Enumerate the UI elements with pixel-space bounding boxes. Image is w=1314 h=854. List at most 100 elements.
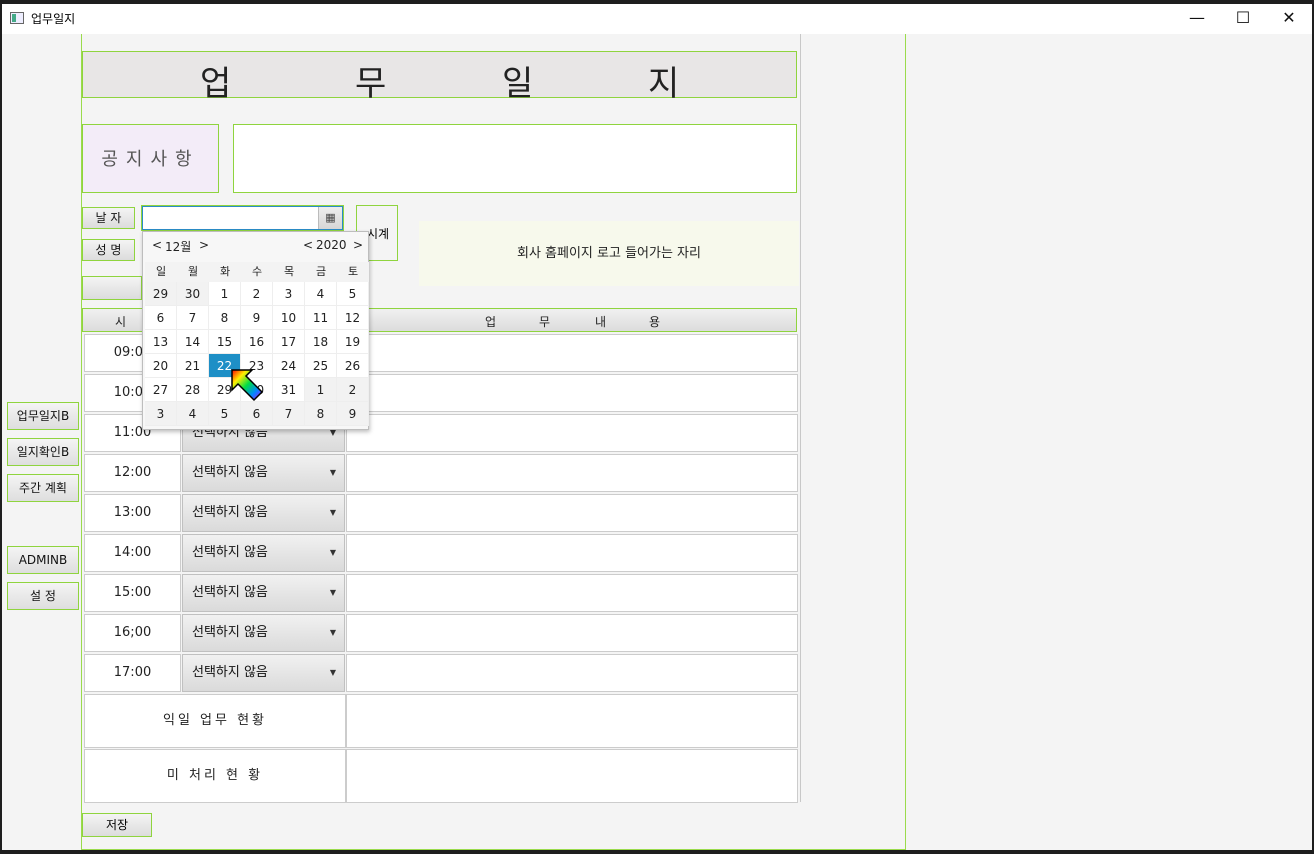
work-type-select[interactable]: 선택하지 않음 ▼ [182,574,345,612]
calendar-day[interactable]: 29 [145,282,177,306]
calendar-day[interactable]: 4 [305,282,337,306]
calendar-day[interactable]: 14 [177,330,209,354]
weekday-header: 토 [337,262,369,282]
work-type-select[interactable]: 선택하지 않음 ▼ [182,494,345,532]
calendar-day[interactable]: 16 [241,330,273,354]
cursor-icon [231,369,264,402]
calendar-day[interactable]: 2 [337,378,369,402]
sidebar-item-review[interactable]: 일지확인B [7,438,79,466]
calendar-day[interactable]: 27 [145,378,177,402]
chevron-down-icon: ▼ [329,508,336,517]
calendar-day[interactable]: 21 [177,354,209,378]
calendar-day[interactable]: 10 [273,306,305,330]
chevron-down-icon: ▼ [329,588,336,597]
time-cell: 16;00 [84,614,181,652]
next-year-button[interactable]: > [353,238,363,252]
extra-button[interactable] [82,276,142,300]
calendar-day[interactable]: 19 [337,330,369,354]
calendar-header: < 12월 > < 2020 > [143,232,368,258]
close-button[interactable]: ✕ [1266,4,1312,34]
app-icon [10,12,24,24]
chevron-down-icon: ▼ [329,468,336,477]
sidebar-item-settings[interactable]: 설 정 [7,582,79,610]
header-content-1: 업 [485,315,497,329]
work-type-select[interactable]: 선택하지 않음 ▼ [182,454,345,492]
work-type-select[interactable]: 선택하지 않음 ▼ [182,654,345,692]
maximize-button[interactable]: ☐ [1220,4,1266,34]
prev-month-button[interactable]: < [152,238,162,252]
header-time: 시 [115,315,127,329]
select-value: 선택하지 않음 [192,465,268,480]
work-content-field[interactable] [346,534,798,572]
sidebar-item-weekly[interactable]: 주간 계획 [7,474,79,502]
calendar-day[interactable]: 5 [209,402,241,426]
calendar-day[interactable]: 7 [273,402,305,426]
calendar-day[interactable]: 8 [305,402,337,426]
weekday-header: 월 [177,262,209,282]
next-month-button[interactable]: > [199,238,209,252]
calendar-day[interactable]: 15 [209,330,241,354]
time-cell: 17:00 [84,654,181,692]
tomorrow-textarea[interactable] [346,694,798,748]
weekday-header: 금 [305,262,337,282]
header-content-2: 무 [539,315,551,329]
calendar-day[interactable]: 6 [145,306,177,330]
minimize-button[interactable]: — [1174,4,1220,34]
window-title: 업무일지 [31,12,76,26]
calendar-day[interactable]: 4 [177,402,209,426]
calendar-day[interactable]: 28 [177,378,209,402]
calendar-day[interactable]: 24 [273,354,305,378]
calendar-day[interactable]: 5 [337,282,369,306]
time-cell: 13:00 [84,494,181,532]
work-content-field[interactable] [346,374,798,412]
calendar-day[interactable]: 31 [273,378,305,402]
calendar-day[interactable]: 11 [305,306,337,330]
sidebar-item-journal[interactable]: 업무일지B [7,402,79,430]
select-value: 선택하지 않음 [192,505,268,520]
work-type-select[interactable]: 선택하지 않음 ▼ [182,614,345,652]
pending-textarea[interactable] [346,749,798,803]
weekday-header: 일 [145,262,177,282]
work-content-field[interactable] [346,494,798,532]
save-button[interactable]: 저장 [82,813,152,837]
sidebar-item-admin[interactable]: ADMINB [7,546,79,574]
calendar-day[interactable]: 17 [273,330,305,354]
calendar-day[interactable]: 18 [305,330,337,354]
calendar-day[interactable]: 6 [241,402,273,426]
calendar-day[interactable]: 25 [305,354,337,378]
calendar-day[interactable]: 20 [145,354,177,378]
work-type-select[interactable]: 선택하지 않음 ▼ [182,534,345,572]
work-content-field[interactable] [346,454,798,492]
work-content-field[interactable] [346,414,798,452]
prev-year-button[interactable]: < [303,238,313,252]
name-label: 성 명 [82,239,135,261]
date-picker[interactable]: ▦ [142,206,343,230]
chevron-down-icon: ▼ [329,668,336,677]
calendar-day[interactable]: 1 [209,282,241,306]
calendar-icon[interactable]: ▦ [318,207,342,229]
select-value: 선택하지 않음 [192,545,268,560]
calendar-day[interactable]: 30 [177,282,209,306]
calendar-day[interactable]: 26 [337,354,369,378]
pending-label: 미 처리 현 황 [84,749,346,803]
calendar-day[interactable]: 2 [241,282,273,306]
tomorrow-label: 익일 업무 현황 [84,694,346,748]
calendar-day[interactable]: 3 [145,402,177,426]
title-char-4: 지 [648,64,680,104]
chevron-down-icon: ▼ [329,548,336,557]
work-content-field[interactable] [346,614,798,652]
calendar-day[interactable]: 12 [337,306,369,330]
calendar-day[interactable]: 13 [145,330,177,354]
calendar-day[interactable]: 8 [209,306,241,330]
work-content-field[interactable] [346,654,798,692]
notice-textarea[interactable] [233,124,797,193]
calendar-day[interactable]: 9 [337,402,369,426]
year-label: 2020 [316,238,347,252]
work-content-field[interactable] [346,574,798,612]
calendar-day[interactable]: 3 [273,282,305,306]
calendar-day[interactable]: 1 [305,378,337,402]
work-content-field[interactable] [346,334,798,372]
title-char-1: 업 [200,64,232,104]
calendar-day[interactable]: 9 [241,306,273,330]
calendar-day[interactable]: 7 [177,306,209,330]
